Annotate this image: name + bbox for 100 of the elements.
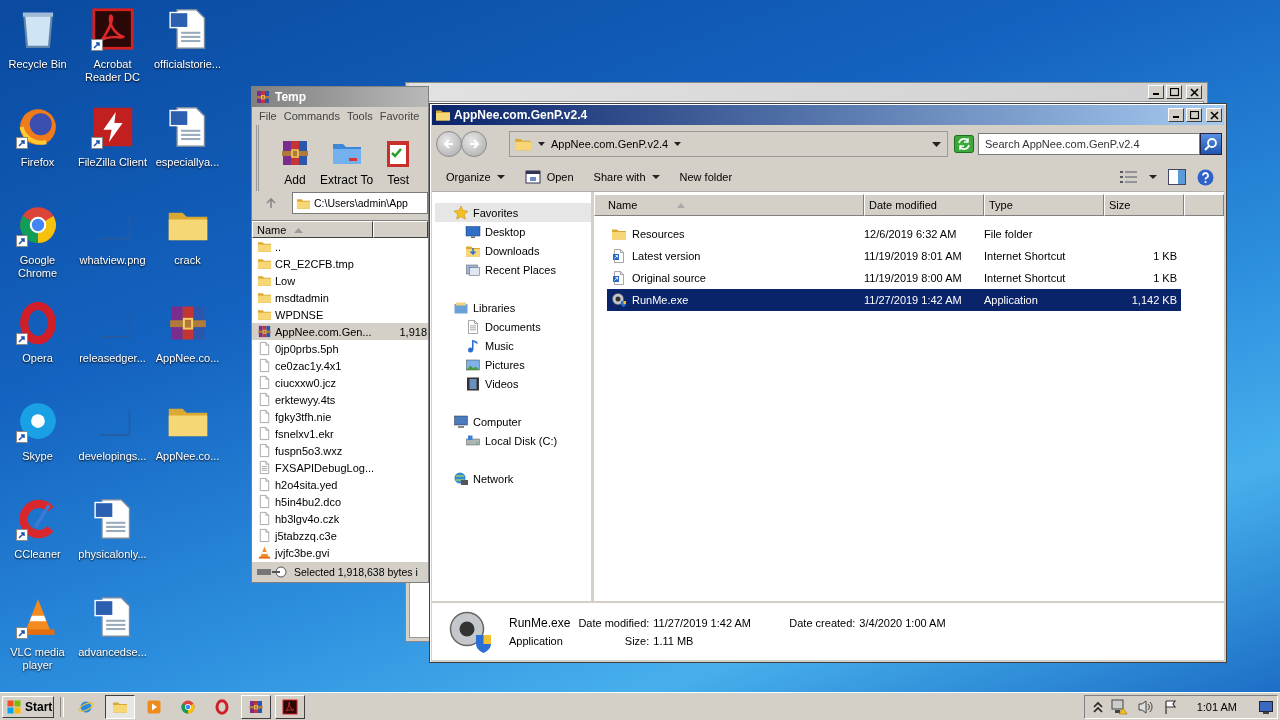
icon-label[interactable]: AppNee.co... xyxy=(150,352,225,365)
file-row[interactable]: .. xyxy=(252,238,428,256)
column-header[interactable] xyxy=(373,221,428,239)
path-field[interactable]: C:\Users\admin\App xyxy=(292,192,428,215)
nav-item[interactable]: Favorites xyxy=(435,203,591,222)
file-row[interactable]: FXSAPIDebugLog... xyxy=(252,459,428,477)
file-row[interactable]: Original source 11/19/2019 8:00 AM Internet Shortcut 1 KB xyxy=(607,267,1181,289)
toolbar-button[interactable]: Test xyxy=(380,136,417,187)
file-row[interactable]: CR_E2CFB.tmp xyxy=(252,255,428,273)
nav-item[interactable]: Network xyxy=(435,469,591,488)
icon-label[interactable]: Skype xyxy=(0,450,75,463)
caret-icon[interactable] xyxy=(1149,175,1157,179)
nav-item[interactable]: Videos xyxy=(435,374,591,393)
file-row[interactable]: jvjfc3be.gvi xyxy=(252,544,428,562)
icon-label[interactable]: FileZilla Client xyxy=(75,156,150,169)
nav-item[interactable]: Music xyxy=(435,336,591,355)
toolbar-button[interactable]: Share with xyxy=(585,168,668,186)
forward-button[interactable] xyxy=(461,131,487,157)
column-header[interactable]: Name xyxy=(594,194,864,216)
show-desktop-icon[interactable] xyxy=(1259,699,1273,714)
file-row[interactable]: Latest version 11/19/2019 8:01 AM Internet Shortcut 1 KB xyxy=(607,245,1181,267)
toolbar-button[interactable]: Organize xyxy=(438,168,513,186)
nav-item[interactable]: Computer xyxy=(435,412,591,431)
column-header[interactable]: Type xyxy=(984,194,1104,216)
nav-item[interactable]: Downloads xyxy=(435,241,591,260)
nav-item[interactable]: Pictures xyxy=(435,355,591,374)
menu-item[interactable]: Tools xyxy=(347,110,373,123)
file-row[interactable]: j5tabzzq.c3e xyxy=(252,527,428,545)
icon-label[interactable]: VLC media player xyxy=(0,646,75,672)
icon-label[interactable]: officialstorie... xyxy=(150,58,225,71)
network-icon[interactable] xyxy=(1110,698,1129,715)
clock[interactable]: 1:01 AM xyxy=(1196,700,1237,713)
maximize-button[interactable] xyxy=(1166,85,1182,99)
file-row[interactable]: Low xyxy=(252,272,428,290)
menu-item[interactable]: File xyxy=(259,110,277,123)
nav-item[interactable]: Local Disk (C:) xyxy=(435,431,591,450)
start-button[interactable]: Start xyxy=(2,695,54,718)
icon-label[interactable]: whatview.png xyxy=(75,254,150,267)
flag-icon[interactable] xyxy=(1162,698,1179,715)
pdf-icon[interactable] xyxy=(90,7,135,51)
refresh-icon[interactable] xyxy=(954,135,974,153)
icon-label[interactable]: advancedse... xyxy=(75,646,150,659)
search-button[interactable] xyxy=(1200,133,1222,155)
icon-label[interactable]: Recycle Bin xyxy=(0,58,75,71)
file-row[interactable]: fgky3tfh.nie xyxy=(252,408,428,426)
speaker-icon[interactable] xyxy=(1136,698,1155,715)
file-row[interactable]: h2o4sita.yed xyxy=(252,476,428,494)
minimize-button[interactable] xyxy=(1148,85,1164,99)
icon-label[interactable]: crack xyxy=(150,254,225,267)
file-row[interactable]: msdtadmin xyxy=(252,289,428,307)
dropdown-caret-icon[interactable] xyxy=(932,141,941,147)
file-row[interactable]: h5in4bu2.dco xyxy=(252,493,428,511)
icon-label[interactable]: Acrobat Reader DC xyxy=(75,58,150,84)
icon-label[interactable]: developings... xyxy=(75,450,150,463)
column-header[interactable]: Date modified xyxy=(864,194,984,216)
icon-label[interactable]: Firefox xyxy=(0,156,75,169)
file-row[interactable]: fsnelxv1.ekr xyxy=(252,425,428,443)
icon-label[interactable]: Google Chrome xyxy=(0,254,75,280)
column-header[interactable]: Size xyxy=(1104,194,1184,216)
help-icon[interactable] xyxy=(1197,168,1214,186)
breadcrumb[interactable]: AppNee.com.GenP.v2.4 xyxy=(551,138,669,150)
file-row[interactable]: 0jp0prbs.5ph xyxy=(252,340,428,358)
toolbar-button[interactable]: Open xyxy=(516,166,582,188)
close-button[interactable] xyxy=(1206,108,1222,122)
icon-label[interactable]: CCleaner xyxy=(0,548,75,561)
nav-item[interactable]: Documents xyxy=(435,317,591,336)
icon-label[interactable]: Opera xyxy=(0,352,75,365)
file-row[interactable]: ciucxxw0.jcz xyxy=(252,374,428,392)
close-button[interactable] xyxy=(1186,85,1202,99)
icon-label[interactable]: physicalonly... xyxy=(75,548,150,561)
file-name: 0jp0prbs.5ph xyxy=(275,342,339,355)
nav-item[interactable]: Libraries xyxy=(435,298,591,317)
icon-label[interactable]: AppNee.co... xyxy=(150,450,225,463)
file-row[interactable]: fuspn5o3.wxz xyxy=(252,442,428,460)
toolbar-button[interactable]: New folder xyxy=(671,168,741,186)
column-header[interactable]: Name xyxy=(252,221,373,239)
back-button[interactable] xyxy=(436,131,462,157)
view-options-icon[interactable] xyxy=(1120,170,1138,184)
file-row[interactable]: erktewyy.4ts xyxy=(252,391,428,409)
chevron-up-icon[interactable] xyxy=(1092,700,1103,713)
preview-pane-icon[interactable] xyxy=(1168,169,1186,185)
file-row[interactable]: hb3lgv4o.czk xyxy=(252,510,428,528)
maximize-button[interactable] xyxy=(1186,108,1202,122)
minimize-button[interactable] xyxy=(1168,108,1184,122)
file-row[interactable]: AppNee.com.Gen... 1,918 xyxy=(252,323,428,341)
toolbar-button[interactable]: Add xyxy=(277,136,313,187)
icon-label[interactable]: releasedger... xyxy=(75,352,150,365)
file-row[interactable]: WPDNSE xyxy=(252,306,428,324)
file-row[interactable]: ce0zac1y.4x1 xyxy=(252,357,428,375)
menu-item[interactable]: Commands xyxy=(283,110,340,123)
menu-item[interactable]: Favorite xyxy=(379,110,420,123)
address-bar[interactable]: AppNee.com.GenP.v2.4 xyxy=(509,131,948,157)
toolbar-button[interactable]: Extract To xyxy=(318,136,376,187)
nav-item[interactable]: Desktop xyxy=(435,222,591,241)
icon-label[interactable]: especiallya... xyxy=(150,156,225,169)
search-field[interactable]: Search AppNee.com.GenP.v2.4 xyxy=(978,133,1200,155)
nav-item[interactable]: Recent Places xyxy=(435,260,591,279)
file-row[interactable]: RunMe.exe 11/27/2019 1:42 AM Application 1,142 KB xyxy=(607,289,1181,311)
taskbar-button[interactable] xyxy=(105,694,135,719)
file-row[interactable]: Resources 12/6/2019 6:32 AM File folder xyxy=(607,223,1181,245)
